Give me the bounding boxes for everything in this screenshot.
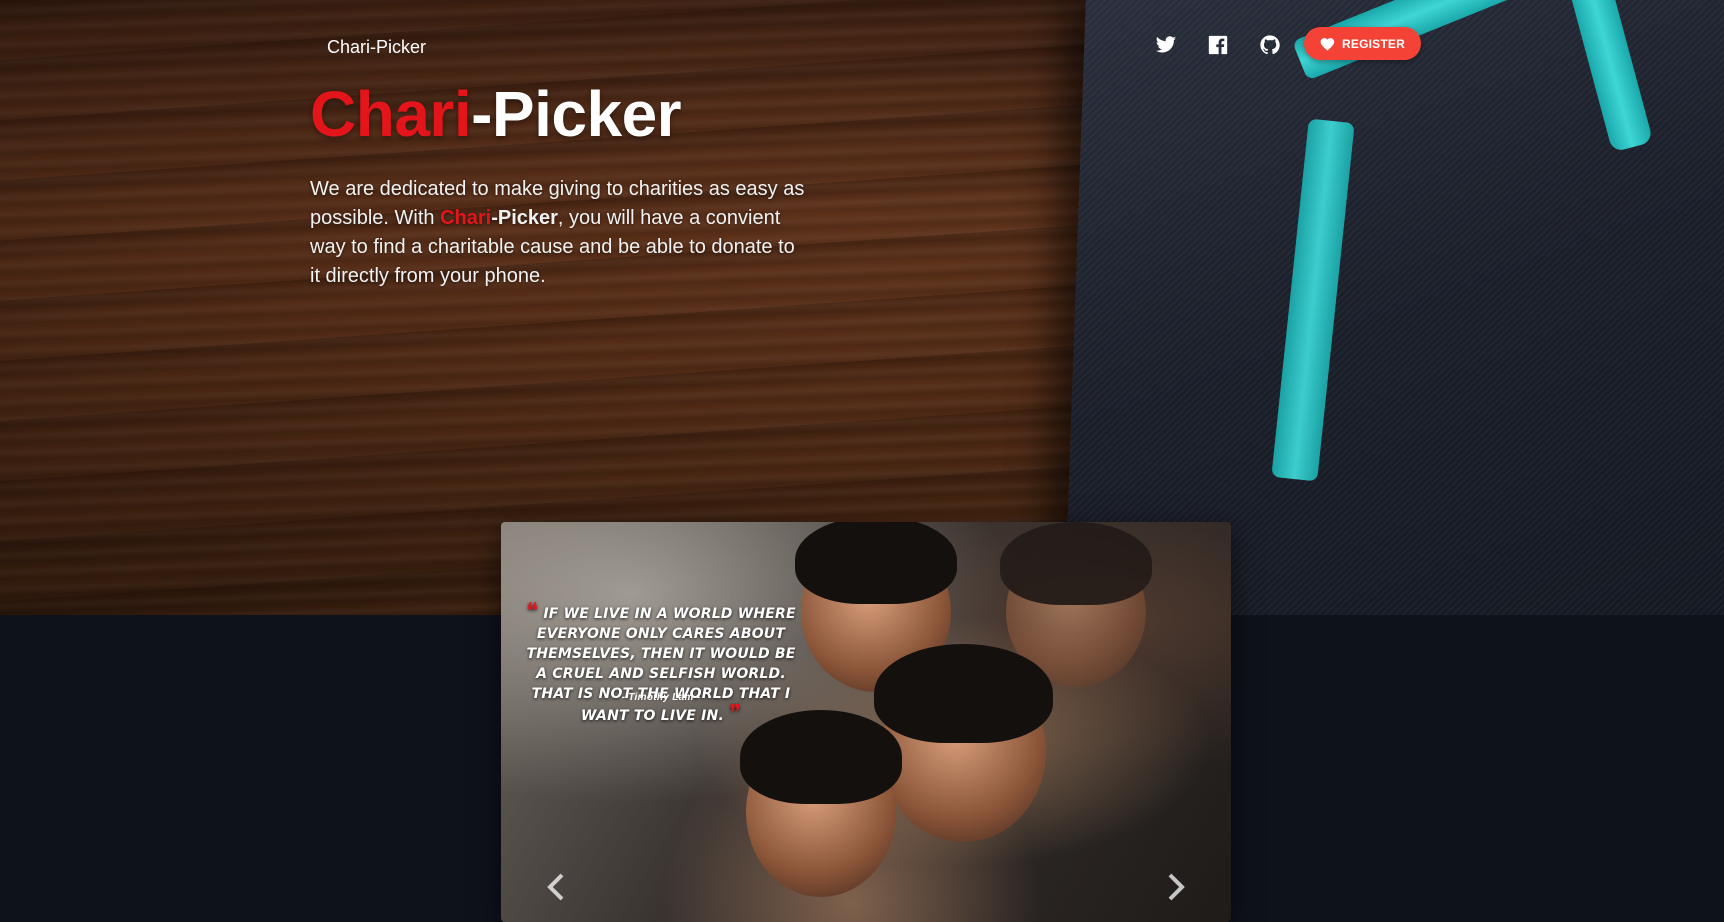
title-white-part: -Picker (471, 78, 682, 150)
navbar-brand[interactable]: Chari-Picker (327, 37, 426, 58)
chevron-right-icon (1168, 873, 1185, 901)
page-title: Chari-Picker (310, 78, 682, 152)
twitter-icon[interactable] (1155, 34, 1177, 56)
quote-author: - Timothy Lam - (621, 692, 701, 703)
github-icon[interactable] (1259, 34, 1281, 56)
carousel-photo-child (874, 644, 1053, 842)
close-quote-icon: ❞ (729, 701, 742, 726)
social-links (1155, 34, 1281, 56)
quote-carousel[interactable]: ❝ If we live in a world where everyone o… (501, 522, 1231, 922)
carousel-prev-button[interactable] (541, 867, 571, 907)
register-label: REGISTER (1342, 36, 1405, 51)
heart-icon (1320, 37, 1335, 51)
carousel-photo-child (740, 710, 902, 897)
desc-brand-white: -Picker (491, 207, 558, 229)
chevron-left-icon (547, 873, 564, 901)
carousel-next-button[interactable] (1161, 867, 1191, 907)
register-button[interactable]: REGISTER (1304, 27, 1421, 60)
open-quote-icon: ❝ (526, 599, 539, 624)
hero-description: We are dedicated to make giving to chari… (310, 175, 810, 291)
title-red-part: Chari (310, 78, 472, 150)
facebook-icon[interactable] (1207, 34, 1229, 56)
quote-text: If we live in a world where everyone onl… (526, 606, 796, 724)
carousel-quote: ❝ If we live in a world where everyone o… (521, 599, 801, 726)
desc-brand-red: Chari (440, 207, 492, 229)
